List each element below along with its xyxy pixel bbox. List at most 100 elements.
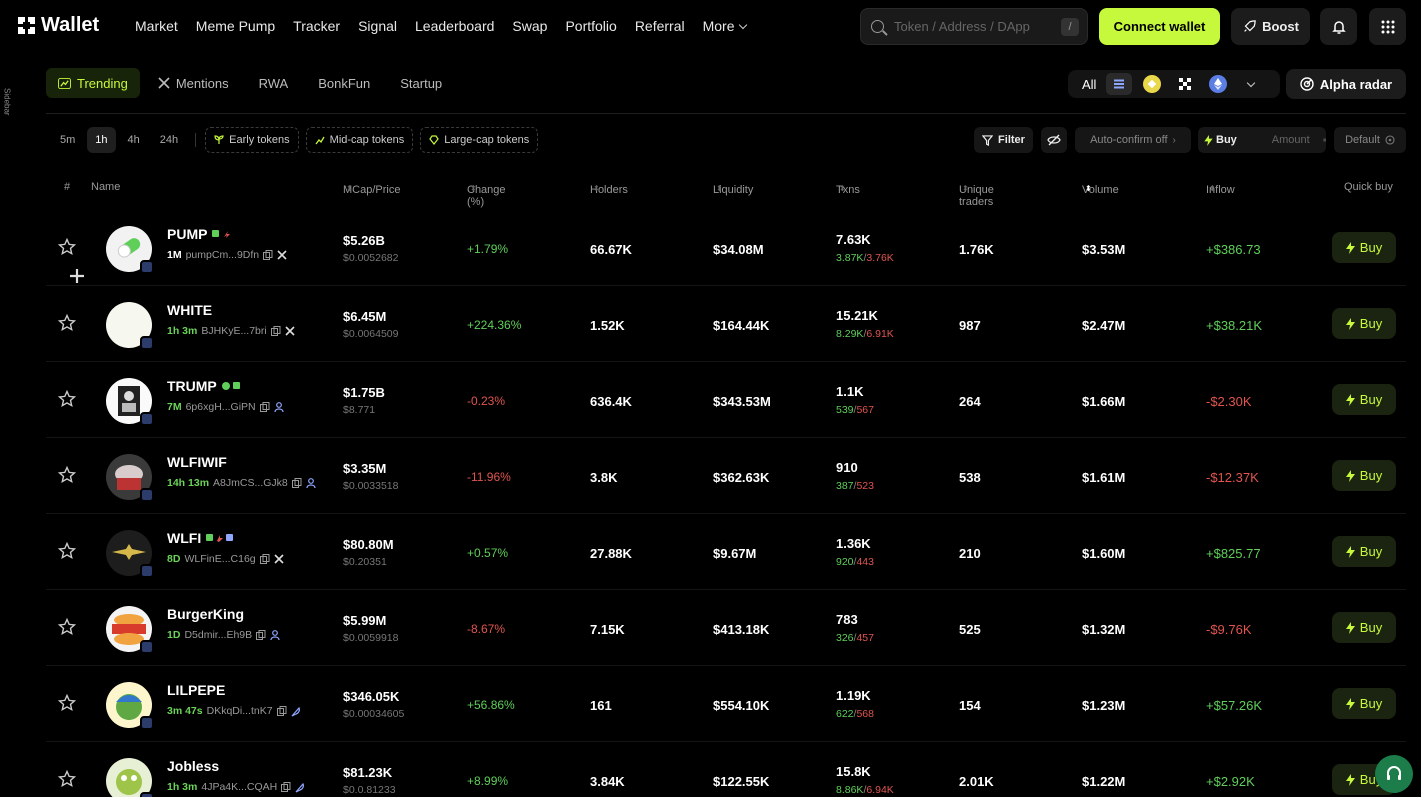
star-icon[interactable] (58, 314, 76, 332)
timeframe-1h[interactable]: 1h (87, 127, 116, 153)
feather-icon[interactable] (291, 706, 301, 717)
connect-wallet-button[interactable]: Connect wallet (1099, 8, 1220, 45)
table-row[interactable]: WLFIWIF 14h 13m A8JmCS...GJk8 $3.35M $0.… (46, 438, 1406, 514)
tab-mentions[interactable]: Mentions (146, 68, 241, 98)
copy-icon[interactable] (259, 554, 270, 564)
star-icon[interactable] (58, 618, 76, 636)
user-icon[interactable] (270, 629, 280, 641)
market-cap: $3.35M (343, 461, 387, 476)
quick-buy-button[interactable]: Buy (1332, 308, 1396, 339)
timeframe-4h[interactable]: 4h (120, 127, 148, 153)
chain-all[interactable]: All (1082, 77, 1096, 92)
timeframe-24h[interactable]: 24h (152, 127, 186, 153)
tab-startup[interactable]: Startup (388, 68, 454, 98)
sidebar-toggle[interactable]: Sidebar (0, 74, 14, 130)
copy-icon[interactable] (291, 478, 302, 488)
filter-button[interactable]: Filter (974, 127, 1033, 153)
feather-icon[interactable] (295, 782, 305, 793)
apps-menu-button[interactable] (1369, 8, 1406, 45)
nav-item-tracker[interactable]: Tracker (293, 18, 340, 34)
quick-buy-label: Buy (1359, 392, 1383, 407)
copy-icon[interactable] (270, 326, 281, 336)
copy-icon[interactable] (256, 630, 266, 640)
tab-bonkfun[interactable]: BonkFun (306, 68, 382, 98)
copy-icon[interactable] (276, 706, 287, 716)
tab-rwa[interactable]: RWA (247, 68, 301, 98)
star-icon[interactable] (58, 542, 76, 560)
table-row[interactable]: TRUMP 7M 6p6xgH...GiPN $1.75B $8.771 -0.… (46, 362, 1406, 438)
star-icon[interactable] (58, 694, 76, 712)
sort-icon: ⬍ (716, 184, 723, 193)
nav-item-leaderboard[interactable]: Leaderboard (415, 18, 494, 34)
boost-button[interactable]: Boost (1231, 8, 1310, 45)
user-icon[interactable] (306, 477, 316, 489)
chain-solana[interactable] (1106, 73, 1133, 95)
nav-item-referral[interactable]: Referral (635, 18, 685, 34)
quick-buy-button[interactable]: Buy (1332, 612, 1396, 643)
search-bar[interactable]: / (860, 8, 1088, 45)
quick-buy-button[interactable]: Buy (1332, 536, 1396, 567)
chain-okx[interactable] (1172, 73, 1198, 95)
chip-early-tokens[interactable]: Early tokens (205, 127, 299, 153)
lightning-icon (1345, 697, 1355, 710)
nav-item-signal[interactable]: Signal (358, 18, 397, 34)
copy-icon[interactable] (263, 250, 273, 260)
star-icon[interactable] (58, 390, 76, 408)
token-name: WLFIWIF (167, 454, 227, 470)
chain-bnb[interactable] (1139, 73, 1165, 95)
auto-confirm-toggle[interactable]: Auto-confirm off › (1075, 127, 1191, 153)
nav-item-portfolio[interactable]: Portfolio (565, 18, 616, 34)
quick-buy-button[interactable]: Buy (1332, 384, 1396, 415)
table-row[interactable]: WLFI 8D WLFinE...C16g $80.80M $0.20351 +… (46, 514, 1406, 590)
user-icon[interactable] (274, 401, 284, 413)
token-name-cell[interactable]: TRUMP (167, 378, 242, 394)
amount-input[interactable]: Amount (1272, 134, 1310, 146)
token-name-cell[interactable]: LILPEPE (167, 682, 225, 698)
quick-buy-button[interactable]: Buy (1332, 232, 1396, 263)
nav-item-swap[interactable]: Swap (512, 18, 547, 34)
alpha-radar-button[interactable]: Alpha radar (1286, 69, 1406, 99)
lightning-icon (1345, 469, 1355, 482)
star-icon[interactable] (58, 238, 76, 256)
x-icon[interactable] (285, 326, 295, 336)
support-chat-button[interactable] (1375, 755, 1413, 793)
hide-toggle-button[interactable] (1041, 127, 1067, 153)
token-name-cell[interactable]: PUMP (167, 226, 232, 242)
chip-mid-cap-tokens[interactable]: Mid-cap tokens (305, 127, 414, 153)
app-logo[interactable]: Wallet (18, 14, 99, 37)
star-icon[interactable] (58, 466, 76, 484)
chip-mid-cap-tokens-label: Mid-cap tokens (329, 134, 405, 146)
token-name-cell[interactable]: WLFI (167, 530, 234, 546)
table-row[interactable]: WHITE 1h 3m BJHKyE...7bri $6.45M $0.0064… (46, 286, 1406, 362)
nav-item-meme-pump[interactable]: Meme Pump (196, 18, 275, 34)
nav-item-more[interactable]: More (703, 18, 747, 34)
unique-traders: 264 (959, 394, 981, 409)
token-name-cell[interactable]: Jobless (167, 758, 219, 774)
notifications-button[interactable] (1320, 8, 1357, 45)
table-row[interactable]: BurgerKing 1D D5dmir...Eh9B $5.99M $0.00… (46, 590, 1406, 666)
copy-icon[interactable] (281, 782, 291, 792)
token-name-cell[interactable]: WHITE (167, 302, 212, 318)
star-icon[interactable] (58, 770, 76, 788)
table-row[interactable]: LILPEPE 3m 47s DKkqDi...tnK7 $346.05K $0… (46, 666, 1406, 742)
token-name-cell[interactable]: BurgerKing (167, 606, 244, 622)
token-name-cell[interactable]: WLFIWIF (167, 454, 227, 470)
timeframe-5m[interactable]: 5m (52, 127, 83, 153)
preset-default-button[interactable]: Default (1334, 127, 1406, 153)
quick-buy-button[interactable]: Buy (1332, 688, 1396, 719)
unique-traders: 210 (959, 546, 981, 561)
table-row[interactable]: Jobless 1h 3m 4JPa4K...CQAH $81.23K $0.0… (46, 742, 1406, 797)
nav-item-market[interactable]: Market (135, 18, 178, 34)
quick-buy-mode[interactable]: Buy (1204, 134, 1237, 146)
search-input[interactable] (894, 19, 1064, 34)
x-icon[interactable] (274, 554, 284, 564)
tab-trending[interactable]: Trending (46, 68, 140, 98)
chain-more-dropdown[interactable] (1238, 73, 1264, 95)
chain-ethereum[interactable] (1205, 73, 1231, 95)
table-row[interactable]: PUMP 1M pumpCm...9Dfn $5.26B $0.0052682 … (46, 210, 1406, 286)
volume: $1.60M (1082, 546, 1126, 561)
copy-icon[interactable] (259, 402, 270, 412)
chip-large-cap-tokens[interactable]: Large-cap tokens (420, 127, 539, 153)
x-icon[interactable] (277, 250, 287, 260)
quick-buy-button[interactable]: Buy (1332, 460, 1396, 491)
